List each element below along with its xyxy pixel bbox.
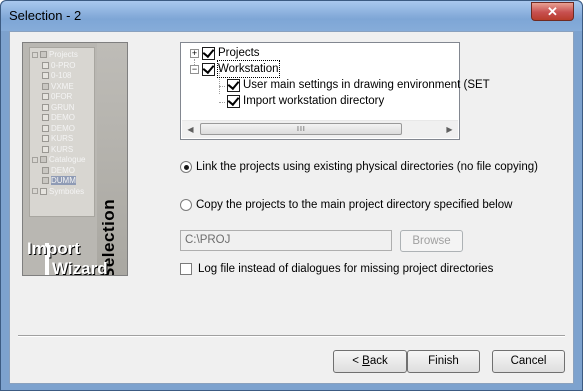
tree-connector [219, 86, 225, 87]
close-button[interactable]: ✕ [531, 2, 574, 21]
mini-unchecked-icon [42, 61, 49, 69]
log-file-checkbox[interactable] [180, 263, 192, 275]
copy-projects-label: Copy the projects to the main project di… [196, 199, 513, 211]
dialog-window: Selection - 2 ✕ Projects 0-PRO 0-108 VXME 0F… [0, 0, 583, 391]
cancel-button[interactable]: Cancel [492, 350, 565, 373]
side-image-tree-row: VXME [42, 82, 74, 92]
side-image-tree: Projects 0-PRO 0-108 VXME 0FOR GRUN DEMO DEMO KU… [29, 47, 95, 217]
tree-item-label: Import workstation directory [243, 95, 385, 107]
copy-projects-radio[interactable] [180, 199, 192, 211]
mini-checked-icon [40, 156, 47, 164]
side-image-tree-label: DUMM [51, 176, 76, 185]
workstation-checkbox[interactable] [202, 61, 215, 76]
tree-item-label: Workstation [217, 60, 280, 78]
side-image-tree-row: KURS [42, 145, 73, 155]
side-image-tree-label: DEMO [51, 113, 75, 122]
side-image-tree-row: GRUN [42, 103, 75, 113]
footer-separator [18, 335, 565, 337]
log-file-label: Log file instead of dialogues for missin… [198, 263, 494, 275]
check-icon [202, 45, 215, 59]
side-image-import-text: Import [27, 239, 80, 258]
projects-checkbox[interactable] [202, 45, 215, 60]
mini-expand-icon [32, 156, 38, 163]
mini-unchecked-icon [42, 114, 49, 122]
mini-unchecked-icon [42, 103, 49, 111]
browse-button[interactable]: Browse [400, 230, 463, 252]
side-image-tree-label: KURS [51, 144, 74, 154]
side-image-tree-row: 0-108 [42, 71, 71, 81]
side-image-wizard-text: Wizard [52, 259, 108, 276]
scroll-left-icon[interactable]: ◀ [182, 121, 199, 138]
side-image-tree-row: 0FOR [42, 92, 72, 102]
side-image-tree-row: KURS [42, 134, 73, 144]
import-dir-checkbox[interactable] [227, 93, 240, 108]
mini-expand-icon [32, 188, 38, 195]
side-image-tree-row: Catalogue [32, 155, 85, 165]
project-path-field[interactable]: C:\PROJ [180, 230, 392, 251]
tree-item-label: User main settings in drawing environmen… [243, 79, 490, 91]
expand-icon[interactable]: + [190, 49, 199, 58]
scroll-right-icon[interactable]: ▶ [441, 121, 458, 138]
finish-button[interactable]: Finish [407, 350, 480, 373]
mini-expand-icon [32, 51, 38, 58]
side-image-tree-label: 0-PRO [51, 60, 76, 70]
tree-item-label: Projects [218, 47, 260, 59]
check-icon [227, 93, 240, 107]
mini-unchecked-icon [42, 145, 49, 153]
mini-checked-icon [42, 82, 49, 90]
radio-selected-icon [183, 164, 189, 170]
side-image-tree-row: DEMO [42, 166, 75, 176]
wizard-side-image: Projects 0-PRO 0-108 VXME 0FOR GRUN DEMO DEMO KU… [22, 42, 128, 276]
side-image-tree-label: Catalogue [49, 155, 86, 164]
collapse-icon[interactable]: − [190, 65, 199, 74]
side-image-tree-row: 0-PRO [42, 61, 75, 71]
side-image-selection-text: Selection [99, 198, 118, 276]
side-image-tree-row: DEMO [42, 113, 75, 123]
user-settings-checkbox[interactable] [227, 77, 240, 92]
back-label: ack [369, 355, 388, 367]
mini-unchecked-icon [42, 72, 49, 80]
close-icon: ✕ [547, 4, 558, 19]
mini-checked-icon [40, 51, 47, 59]
scroll-thumb[interactable]: III [200, 123, 402, 135]
side-image-tree-label: Projects [49, 50, 78, 59]
selection-tree-view[interactable]: + Projects − Workstation User main setti… [180, 42, 490, 140]
side-image-tree-label: Symboles [49, 186, 85, 196]
check-icon [227, 77, 240, 91]
side-image-tree-label: DEMO [51, 165, 75, 175]
side-image-tree-label: 0FOR [51, 92, 73, 101]
mini-checked-icon [42, 177, 49, 185]
side-image-tree-row: DEMO [42, 124, 75, 134]
side-image-tree-label: DEMO [51, 123, 75, 133]
side-image-tree-label: KURS [51, 134, 74, 143]
check-icon [202, 61, 215, 75]
side-image-tree-label: GRUN [51, 102, 75, 112]
side-image-tree-row: Projects [32, 50, 78, 60]
mini-unchecked-icon [42, 93, 49, 101]
side-image-tree-label: VXME [51, 81, 74, 91]
back-accelerator: B [362, 355, 370, 367]
mini-unchecked-icon [42, 135, 49, 143]
horizontal-scrollbar[interactable]: ◀ III ▶ [182, 120, 458, 138]
dialog-client-area: Projects 0-PRO 0-108 VXME 0FOR GRUN DEMO DEMO KU… [9, 31, 574, 384]
window-title: Selection - 2 [9, 8, 82, 23]
title-bar[interactable]: Selection - 2 ✕ [1, 1, 582, 31]
grip-icon: III [297, 126, 306, 133]
mini-unchecked-icon [40, 187, 47, 195]
mini-checked-icon [42, 166, 49, 174]
back-button[interactable]: < Back [333, 350, 407, 373]
link-projects-radio[interactable] [180, 161, 192, 173]
mini-unchecked-icon [42, 124, 49, 132]
side-image-tree-row: DUMM [42, 176, 76, 186]
side-image-tree-label: 0-108 [51, 71, 72, 80]
back-prefix: < [352, 355, 363, 367]
link-projects-label: Link the projects using existing physica… [196, 161, 538, 173]
side-image-tree-row: Symboles [32, 187, 84, 197]
tree-connector [219, 102, 225, 103]
